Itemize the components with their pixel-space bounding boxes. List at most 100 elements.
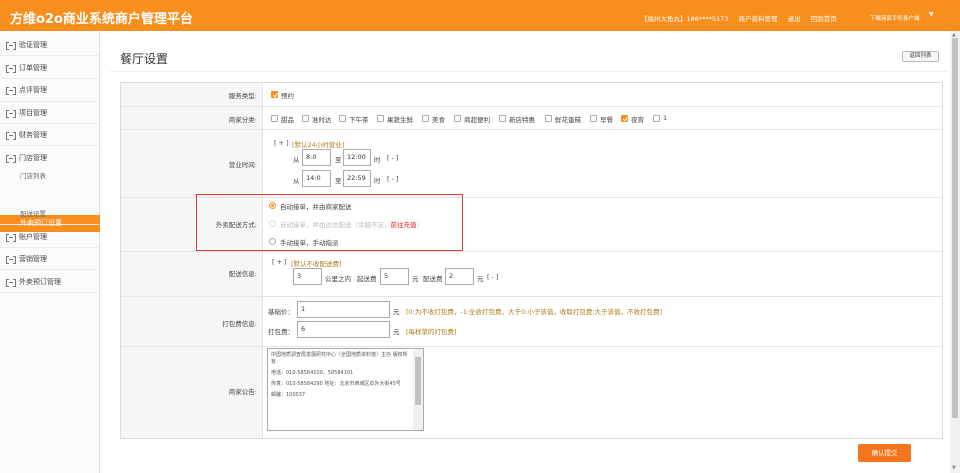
service-type-label: 服务类型: <box>228 92 257 100</box>
hour-unit: 时 <box>374 156 381 164</box>
nav-profile-link[interactable]: 商户资料管理 <box>739 15 778 23</box>
sidebar-item-verify[interactable]: 验证管理 <box>6 39 47 51</box>
submit-button[interactable]: 确认提交 <box>858 444 911 462</box>
sidebar-subitem-delivery-settings[interactable]: 配送设置 <box>20 208 46 218</box>
sidebar-item-takeout-mgmt[interactable]: 外卖预订管理 <box>6 276 61 288</box>
start-fee-label: 起送费 <box>357 275 377 283</box>
category-checkbox[interactable] <box>545 115 552 122</box>
sidebar-item-orders[interactable]: 订单管理 <box>6 62 47 74</box>
bracket-icon <box>6 132 16 140</box>
hour-unit: 时 <box>374 177 381 185</box>
highlight-box <box>196 194 463 251</box>
sidebar-item-finance[interactable]: 财务管理 <box>6 129 47 141</box>
service-type-checkbox[interactable] <box>271 91 278 98</box>
packing-fee-input[interactable]: 6 <box>297 321 390 338</box>
sidebar-item-account[interactable]: 账户管理 <box>6 231 47 243</box>
category-checkbox[interactable] <box>377 115 384 122</box>
scroll-down-icon[interactable]: ▼ <box>952 465 956 471</box>
category-checkbox[interactable] <box>499 115 506 122</box>
page-title: 餐厅设置 <box>120 52 169 66</box>
sidebar-subitem-store-list[interactable]: 门店列表 <box>20 170 46 180</box>
sidebar-item-reviews[interactable]: 点评管理 <box>6 84 47 96</box>
packing-fee-field-label: 打包费： <box>268 328 294 336</box>
yuan-unit: 元 <box>393 308 400 316</box>
category-checkbox[interactable] <box>302 115 309 122</box>
back-to-list-button[interactable]: 返回列表 <box>902 51 939 62</box>
add-hours-button[interactable]: [ + ] <box>274 139 289 147</box>
user-info: 【福州大鱼丸】186****5173 <box>641 15 729 23</box>
hours-to-input[interactable]: 22:59 <box>343 170 371 187</box>
nav-home-link[interactable]: 回到首页 <box>811 15 837 23</box>
category-option: 1 <box>663 114 668 122</box>
announcement-line: 传真：010-58584290 地址：北京市西城区阜外大街45号 <box>271 381 401 387</box>
bracket-icon <box>6 42 16 50</box>
top-bar: 方维o2o商业系统商户管理平台 【福州大鱼丸】186****5173 商户资料管… <box>0 0 960 31</box>
yuan-unit: 元 <box>412 275 419 283</box>
shop-category-label: 商家分类: <box>228 116 257 124</box>
hours-to-input[interactable]: 12:00 <box>343 149 371 166</box>
category-checkbox[interactable] <box>653 115 660 122</box>
distance-unit: 公里之内 <box>325 275 351 283</box>
announcement-line: 邮编：100037 <box>271 392 306 398</box>
add-delivery-button[interactable]: [ + ] <box>272 258 287 266</box>
category-option: 鲜花蛋糕 <box>555 116 581 124</box>
service-type-option: 预约 <box>281 92 294 100</box>
sidebar-item-marketing[interactable]: 营销管理 <box>6 253 47 265</box>
delivery-fee-label: 配送费 <box>423 275 443 283</box>
packing-fee-label: 打包费信息: <box>222 320 257 328</box>
category-option: 美食 <box>432 116 445 124</box>
category-option: 准时达 <box>312 116 332 124</box>
mobile-client-link[interactable]: 下载商家手机客户端 <box>870 14 920 22</box>
remove-delivery-button[interactable]: [ - ] <box>487 273 499 281</box>
sidebar-item-stores[interactable]: 门店管理 <box>6 152 47 164</box>
bracket-icon <box>6 256 16 264</box>
hours-from-input[interactable]: 8:0 <box>302 149 331 166</box>
category-checkbox[interactable] <box>621 115 628 122</box>
start-fee-input[interactable]: 5 <box>380 268 409 285</box>
category-checkbox[interactable] <box>454 115 461 122</box>
category-option: 早餐 <box>600 116 613 124</box>
delivery-info-label: 配送信息: <box>228 270 257 278</box>
textarea-scroll-thumb[interactable] <box>415 357 421 405</box>
base-price-label: 基础价： <box>268 308 294 316</box>
top-nav: 【福州大鱼丸】186****5173 商户资料管理 退出 回到首页 <box>641 13 845 23</box>
delivery-fee-input[interactable]: 2 <box>445 268 474 285</box>
nav-logout-link[interactable]: 退出 <box>788 15 801 23</box>
announcement-textarea[interactable]: 中国地质调查局发展研究中心（全国地质资料馆）主办 版权所有 电话：010-585… <box>267 348 424 431</box>
hours-from-input[interactable]: 14:0 <box>302 170 331 187</box>
from-label: 从 <box>293 177 300 185</box>
remove-hours-button[interactable]: [ - ] <box>387 154 399 162</box>
divider <box>110 71 948 72</box>
category-option: 商超便利 <box>464 116 490 124</box>
app-title: 方维o2o商业系统商户管理平台 <box>10 12 193 27</box>
category-checkbox[interactable] <box>271 115 278 122</box>
bracket-icon <box>6 234 16 242</box>
yuan-unit: 元 <box>393 328 400 336</box>
category-option: 甜品 <box>281 116 294 124</box>
category-option: 夜宵 <box>631 116 644 124</box>
category-checkbox[interactable] <box>339 115 346 122</box>
bracket-icon <box>6 65 16 73</box>
bracket-icon <box>6 110 16 118</box>
base-price-note: [0:为不收打包费，-1:全收打包费，大于0:小于该值，收取打包费;大于该值，不… <box>406 308 663 316</box>
settings-form: 服务类型: 预约 商家分类: 甜品 准时达 下午茶 果蔬生鲜 美食 商超便利 新… <box>120 82 943 439</box>
base-price-input[interactable]: 1 <box>297 301 390 318</box>
from-label: 从 <box>293 156 300 164</box>
bracket-icon <box>6 279 16 287</box>
delivery-default-note: [默认不收配送费] <box>291 260 342 268</box>
caret-down-icon[interactable]: ▼ <box>929 11 934 18</box>
category-checkbox[interactable] <box>590 115 597 122</box>
to-label: 至 <box>335 177 342 185</box>
bracket-icon <box>6 87 16 95</box>
yuan-unit: 元 <box>477 275 484 283</box>
page-scroll-thumb[interactable] <box>952 38 958 418</box>
hours-default-note: [默认24小时营业] <box>292 141 345 149</box>
sidebar: 验证管理 订单管理 点评管理 项目管理 财务管理 门店管理 门店列表 外卖预订设… <box>0 31 100 473</box>
remove-hours-button[interactable]: [ - ] <box>387 175 399 183</box>
category-option: 新店特惠 <box>509 116 535 124</box>
distance-input[interactable]: 3 <box>293 268 322 285</box>
category-option: 下午茶 <box>349 116 369 124</box>
category-checkbox[interactable] <box>422 115 429 122</box>
business-hours-label: 营业时间: <box>228 161 257 169</box>
sidebar-item-projects[interactable]: 项目管理 <box>6 107 47 119</box>
